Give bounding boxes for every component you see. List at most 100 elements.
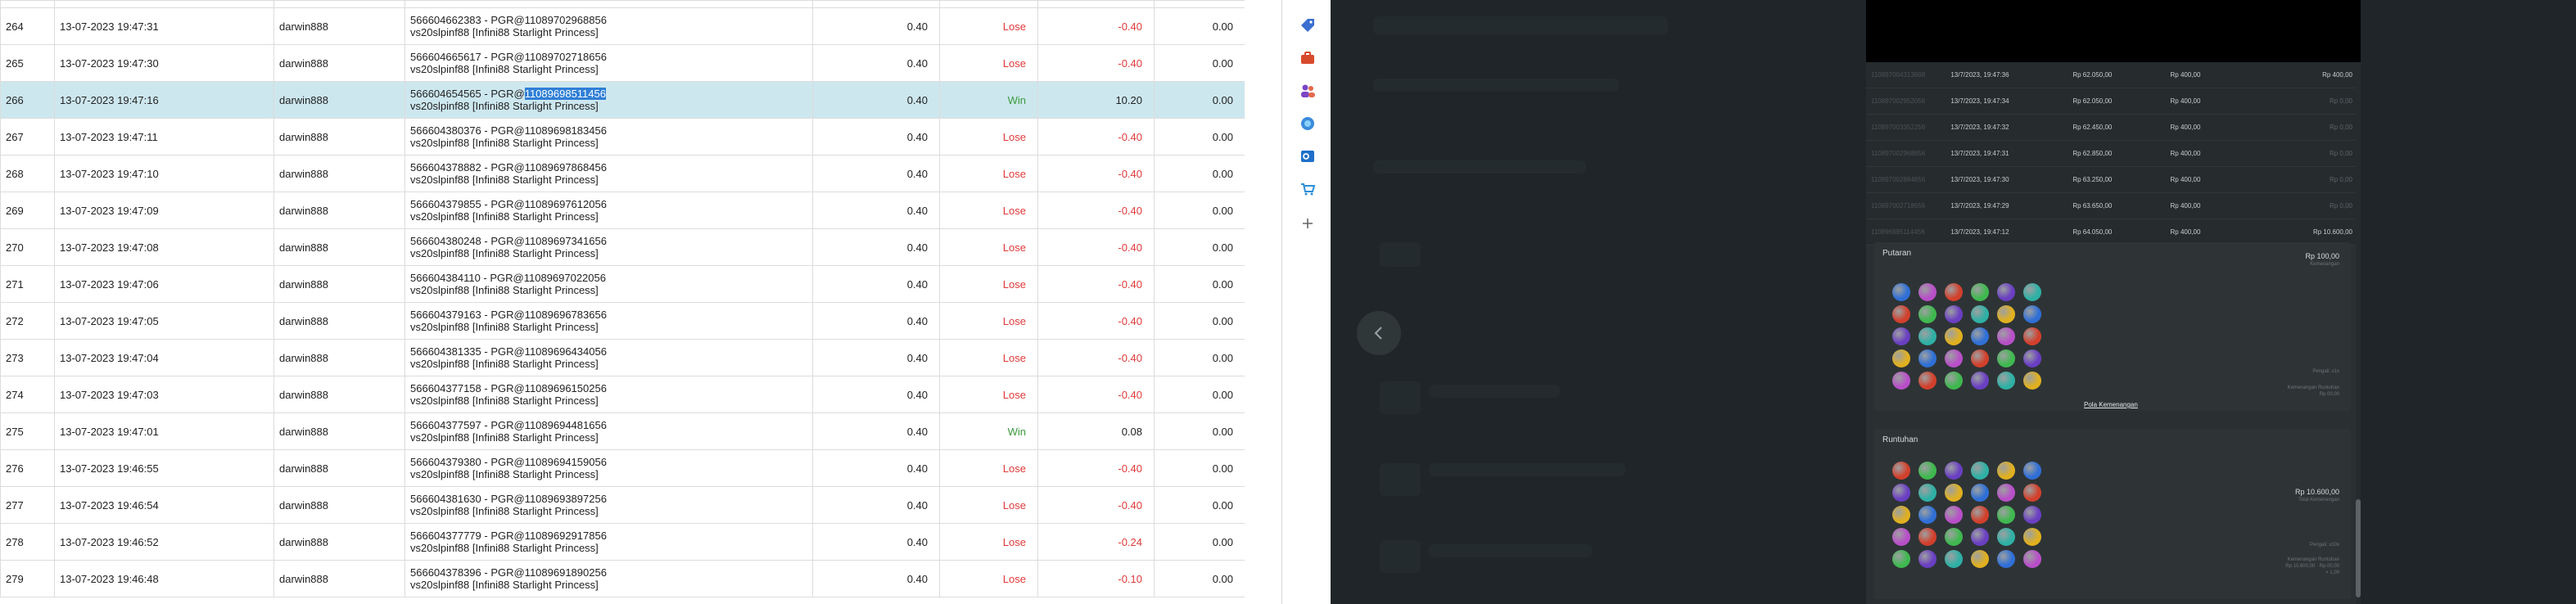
round-id: 110897004313808: [1871, 71, 1926, 79]
win-loss-amount: -0.40: [1037, 486, 1155, 524]
bet-reference[interactable]: 566604384110 - PGR@11089697022056 vs20slp…: [404, 265, 813, 303]
table-row[interactable]: 268 13-07-2023 19:47:10 darwin888 566604378…: [0, 155, 1245, 192]
extra-amount: 0.00: [1154, 412, 1245, 450]
bet-ref-id: 566604380376 - PGR@11089698183456: [410, 124, 607, 137]
row-number: 266: [0, 81, 55, 119]
gem-symbol: [1971, 327, 1989, 345]
bet-result: Lose: [939, 192, 1038, 229]
putaran-amount: Rp 100,00: [2305, 252, 2339, 260]
bet-amount: 0.40: [812, 449, 940, 487]
table-row[interactable]: 279 13-07-2023 19:46:48 darwin888 566604378…: [0, 560, 1245, 597]
cart-icon[interactable]: [1299, 180, 1317, 198]
people-icon[interactable]: [1299, 82, 1317, 100]
gem-symbol: [1892, 484, 1910, 502]
copilot-icon[interactable]: [1299, 115, 1317, 133]
gem-symbol: [1918, 327, 1937, 345]
round-date: 13/7/2023, 19:47:31: [1950, 150, 2009, 157]
table-row[interactable]: 273 13-07-2023 19:47:04 darwin888 566604381…: [0, 339, 1245, 376]
bet-result: Lose: [939, 523, 1038, 561]
history-row[interactable]: 110897004313808 13/7/2023, 19:47:36 Rp 62.…: [1866, 62, 2361, 88]
putaran-title: Putaran: [1882, 249, 1912, 258]
table-row[interactable]: 270 13-07-2023 19:47:08 darwin888 566604380…: [0, 228, 1245, 266]
history-row[interactable]: 110897003352256 13/7/2023, 19:47:32 Rp 62.…: [1866, 115, 2361, 141]
bet-reference[interactable]: 566604665617 - PGR@11089702718656 vs20slp…: [404, 44, 813, 82]
table-row[interactable]: 265 13-07-2023 19:47:30 darwin888 566604665…: [0, 44, 1245, 82]
bet-reference[interactable]: 566604378396 - PGR@11089691890256 vs20slp…: [404, 560, 813, 597]
bet-ref-id: 566604381335 - PGR@11089696434056: [410, 345, 607, 358]
gem-symbol: [1971, 305, 1989, 323]
bet-result: Lose: [939, 302, 1038, 340]
table-row[interactable]: 267 13-07-2023 19:47:11 darwin888 566604380…: [0, 118, 1245, 156]
bet-reference[interactable]: 566604381630 - PGR@11089693897256 vs20slp…: [404, 486, 813, 524]
history-row[interactable]: 110897002952056 13/7/2023, 19:47:34 Rp 62.…: [1866, 88, 2361, 115]
bet-amount: 0.40: [812, 44, 940, 82]
bet-game-name: vs20slpinf88 [Infini88 Starlight Princes…: [410, 210, 599, 223]
table-row[interactable]: 269 13-07-2023 19:47:09 darwin888 566604379…: [0, 192, 1245, 229]
gem-symbol: [2023, 349, 2041, 367]
win-loss-amount: -0.40: [1037, 118, 1155, 156]
gem-symbol: [1892, 305, 1910, 323]
back-button[interactable]: [1357, 311, 1401, 355]
table-row[interactable]: 272 13-07-2023 19:47:05 darwin888 566604379…: [0, 302, 1245, 340]
bet-result: Lose: [939, 44, 1038, 82]
bet-reference[interactable]: 566604381335 - PGR@11089696434056 vs20slp…: [404, 339, 813, 376]
bet-ref-id: 566604654565 - PGR@11089698511456: [410, 88, 807, 100]
gem-symbol: [2023, 327, 2041, 345]
bet-date: 13-07-2023 19:47:09: [54, 192, 274, 229]
gem-symbol: [1918, 506, 1937, 524]
bet-reference[interactable]: 566604377597 - PGR@11089694481656 vs20slp…: [404, 412, 813, 450]
table-row[interactable]: 264 13-07-2023 19:47:31 darwin888 566604662…: [0, 7, 1245, 45]
table-row[interactable]: 277 13-07-2023 19:46:54 darwin888 566604381…: [0, 486, 1245, 524]
gem-symbol: [1997, 506, 2015, 524]
bet-amount: 0.40: [812, 7, 940, 45]
gem-symbol: [1892, 283, 1910, 301]
table-row[interactable]: 275 13-07-2023 19:47:01 darwin888 566604377…: [0, 412, 1245, 450]
bet-reference[interactable]: 566604379163 - PGR@11089696783656 vs20slp…: [404, 302, 813, 340]
bet-reference[interactable]: 566604654565 - PGR@11089698511456 vs20slp…: [404, 81, 813, 119]
win-loss-amount: -0.10: [1037, 560, 1155, 597]
bet-reference[interactable]: 566604379855 - PGR@11089697612056 vs20slp…: [404, 192, 813, 229]
gem-symbol: [1892, 528, 1910, 546]
table-row[interactable]: 271 13-07-2023 19:47:06 darwin888 566604384…: [0, 265, 1245, 303]
scrollbar-thumb[interactable]: [2356, 499, 2361, 597]
outlook-icon[interactable]: [1299, 147, 1317, 165]
gem-symbol: [1945, 506, 1963, 524]
bet-reference[interactable]: 566604377158 - PGR@11089696150256 vs20slp…: [404, 376, 813, 413]
history-row[interactable]: 110897002968856 13/7/2023, 19:47:31 Rp 62.…: [1866, 141, 2361, 167]
round-balance: Rp 62.450,00: [2072, 124, 2113, 131]
username: darwin888: [273, 523, 405, 561]
plus-icon[interactable]: [1299, 214, 1317, 232]
bet-game-name: vs20slpinf88 [Infini88 Starlight Princes…: [410, 247, 599, 259]
winning-pattern-link[interactable]: Pola Kemenangan: [2084, 401, 2138, 408]
table-row[interactable]: 276 13-07-2023 19:46:55 darwin888 566604379…: [0, 449, 1245, 487]
bet-game-name: vs20slpinf88 [Infini88 Starlight Princes…: [410, 505, 599, 517]
ghost-block: [1380, 381, 1421, 414]
gem-symbol: [1892, 550, 1910, 568]
history-row[interactable]: 110897002718656 13/7/2023, 19:47:29 Rp 63.…: [1866, 193, 2361, 219]
bet-reference[interactable]: 566604380376 - PGR@11089698183456 vs20slp…: [404, 118, 813, 156]
bet-reference[interactable]: 566604378882 - PGR@11089697868456 vs20slp…: [404, 155, 813, 192]
bet-result: Lose: [939, 118, 1038, 156]
history-row[interactable]: 110897002884856 13/7/2023, 19:47:30 Rp 63.…: [1866, 167, 2361, 193]
gem-symbol: [1997, 305, 2015, 323]
ghost-block: [1373, 79, 1619, 92]
row-number: 270: [0, 228, 55, 266]
table-row[interactable]: 266 13-07-2023 19:47:16 darwin888 566604654…: [0, 81, 1245, 119]
extra-amount: 0.00: [1154, 192, 1245, 229]
username: darwin888: [273, 560, 405, 597]
table-row[interactable]: 274 13-07-2023 19:47:03 darwin888 566604377…: [0, 376, 1245, 413]
bet-reference[interactable]: 566604379380 - PGR@11089694159056 vs20slp…: [404, 449, 813, 487]
round-bet: Rp 400,00: [2170, 202, 2201, 210]
table-row[interactable]: 278 13-07-2023 19:46:52 darwin888 566604377…: [0, 523, 1245, 561]
tag-icon[interactable]: [1299, 16, 1317, 34]
bet-reference[interactable]: 566604380248 - PGR@11089697341656 vs20slp…: [404, 228, 813, 266]
toolbox-icon[interactable]: [1299, 49, 1317, 67]
bet-result: Lose: [939, 7, 1038, 45]
round-win: Rp 0,00: [2329, 176, 2352, 183]
row-number: 275: [0, 412, 55, 450]
bet-reference[interactable]: 566604662383 - PGR@11089702968856 vs20slp…: [404, 7, 813, 45]
table-row: [0, 0, 1245, 8]
bet-reference[interactable]: 566604377779 - PGR@11089692917856 vs20slp…: [404, 523, 813, 561]
gem-symbol: [1971, 550, 1989, 568]
gem-symbol: [2023, 305, 2041, 323]
